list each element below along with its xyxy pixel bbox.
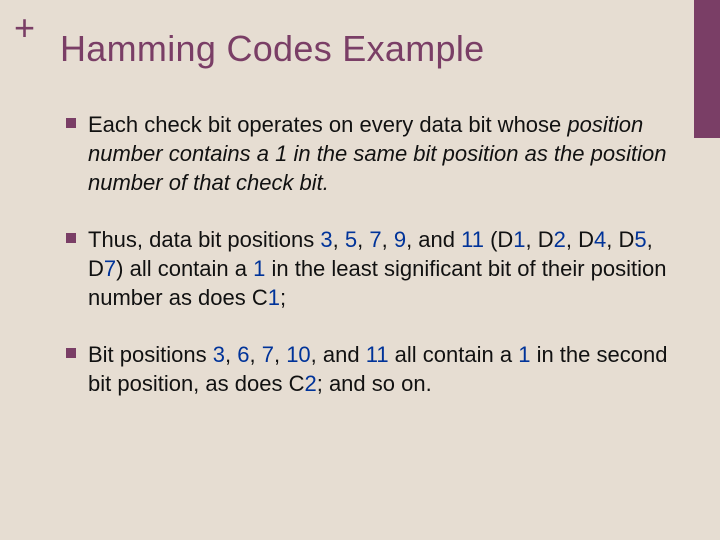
n: 4 [594, 227, 606, 252]
t: Bit positions [88, 342, 213, 367]
slide-title: Hamming Codes Example [60, 28, 484, 70]
n: 5 [634, 227, 646, 252]
t: , [382, 227, 394, 252]
t: Thus, data bit positions [88, 227, 320, 252]
t: , and [406, 227, 461, 252]
t: , D [526, 227, 554, 252]
n: 3 [213, 342, 225, 367]
n: 1 [268, 285, 280, 310]
t: , [249, 342, 261, 367]
bullet-1-lead: Each check bit operates on every data bi… [88, 112, 567, 137]
t: , [274, 342, 286, 367]
t: ; and so on. [317, 371, 432, 396]
t: , and [311, 342, 366, 367]
n: 7 [369, 227, 381, 252]
slide-content: Each check bit operates on every data bi… [66, 110, 670, 426]
t: all contain a [389, 342, 519, 367]
n: 5 [345, 227, 357, 252]
t: (D [484, 227, 513, 252]
n: 9 [394, 227, 406, 252]
n: 2 [554, 227, 566, 252]
t: ; [280, 285, 286, 310]
n: 1 [253, 256, 265, 281]
n: 1 [518, 342, 530, 367]
t: , [357, 227, 369, 252]
n: 3 [320, 227, 332, 252]
accent-bar [694, 0, 720, 138]
n: 1 [513, 227, 525, 252]
n: 7 [262, 342, 274, 367]
t: , D [566, 227, 594, 252]
t: , [333, 227, 345, 252]
n: 2 [304, 371, 316, 396]
n: 11 [461, 227, 484, 252]
bullet-1: Each check bit operates on every data bi… [66, 110, 670, 197]
n: 6 [237, 342, 249, 367]
n: 10 [286, 342, 310, 367]
n: 11 [366, 342, 389, 367]
slide: + Hamming Codes Example Each check bit o… [0, 0, 720, 540]
t: , D [606, 227, 634, 252]
t: ) all contain a [116, 256, 253, 281]
bullet-3: Bit positions 3, 6, 7, 10, and 11 all co… [66, 340, 670, 398]
n: 7 [104, 256, 116, 281]
t: , [225, 342, 237, 367]
bullet-2: Thus, data bit positions 3, 5, 7, 9, and… [66, 225, 670, 312]
plus-icon: + [14, 10, 35, 46]
